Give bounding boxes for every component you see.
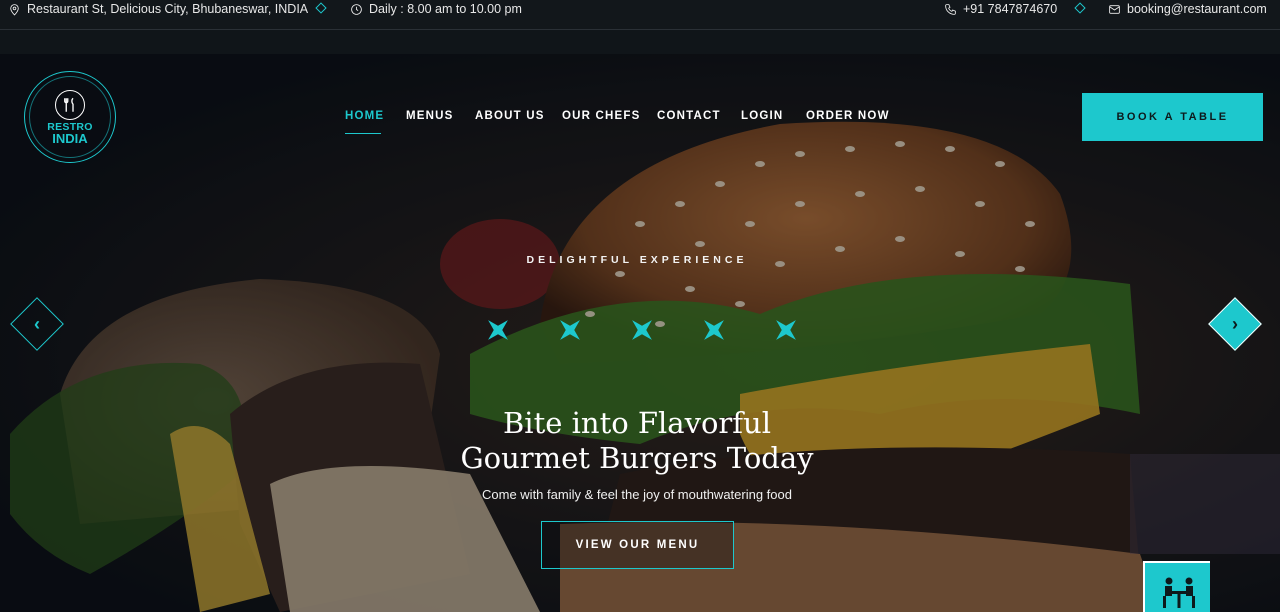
logo-ring bbox=[29, 76, 111, 158]
chevron-right-icon: › bbox=[1232, 314, 1238, 334]
clock-icon bbox=[351, 3, 362, 15]
separator-diamond bbox=[315, 2, 327, 14]
reservation-widget-button[interactable] bbox=[1143, 561, 1210, 612]
nav-item-home[interactable]: HOME bbox=[345, 110, 384, 122]
nav-active-underline bbox=[345, 133, 381, 134]
header-strip bbox=[0, 30, 1280, 54]
star-icon bbox=[560, 320, 580, 340]
restaurant-logo[interactable]: RESTRO INDIA bbox=[24, 71, 116, 163]
nav-item-login[interactable]: LOGIN bbox=[741, 110, 783, 122]
view-menu-button[interactable]: VIEW OUR MENU bbox=[541, 521, 734, 569]
email-text[interactable]: booking@restaurant.com bbox=[1127, 2, 1267, 16]
star-icon bbox=[488, 320, 508, 340]
dining-table-icon bbox=[1163, 577, 1195, 608]
hours-info: Daily : 8.00 am to 10.00 pm bbox=[350, 0, 522, 18]
hero-slider: RESTRO INDIA HOME MENUS ABOUT US OUR CHE… bbox=[0, 54, 1280, 612]
hero-eyebrow: DELIGHTFUL EXPERIENCE bbox=[526, 254, 748, 266]
nav-item-our-chefs[interactable]: OUR CHEFS bbox=[562, 110, 641, 122]
nav-item-order-now[interactable]: ORDER NOW bbox=[806, 110, 890, 122]
mail-icon bbox=[1109, 4, 1120, 14]
address-info: Restaurant St, Delicious City, Bhubanesw… bbox=[8, 0, 308, 18]
nav-item-menus[interactable]: MENUS bbox=[406, 110, 454, 122]
star-icon bbox=[704, 320, 724, 340]
star-icon bbox=[776, 320, 796, 340]
hero-title: Bite into Flavorful Gourmet Burgers Toda… bbox=[0, 406, 1274, 476]
phone-text[interactable]: +91 7847874670 bbox=[963, 2, 1057, 16]
email-info[interactable]: booking@restaurant.com bbox=[1108, 0, 1267, 18]
decorative-stars bbox=[484, 316, 800, 344]
location-pin-icon bbox=[10, 3, 19, 16]
star-icon bbox=[632, 320, 652, 340]
phone-info[interactable]: +91 7847874670 bbox=[944, 0, 1057, 18]
chevron-left-icon: ‹ bbox=[34, 314, 40, 334]
hero-title-line1: Bite into Flavorful bbox=[503, 406, 771, 440]
hero-title-line2: Gourmet Burgers Today bbox=[460, 441, 814, 475]
top-info-bar: Restaurant St, Delicious City, Bhubanesw… bbox=[0, 0, 1280, 30]
phone-icon bbox=[945, 3, 956, 15]
hero-subtitle: Come with family & feel the joy of mouth… bbox=[482, 487, 792, 502]
hours-text: Daily : 8.00 am to 10.00 pm bbox=[369, 2, 522, 16]
book-a-table-button[interactable]: BOOK A TABLE bbox=[1082, 93, 1263, 141]
nav-item-contact[interactable]: CONTACT bbox=[657, 110, 721, 122]
nav-item-about-us[interactable]: ABOUT US bbox=[475, 110, 545, 122]
separator-diamond bbox=[1074, 2, 1086, 14]
address-text: Restaurant St, Delicious City, Bhubanesw… bbox=[27, 2, 309, 16]
